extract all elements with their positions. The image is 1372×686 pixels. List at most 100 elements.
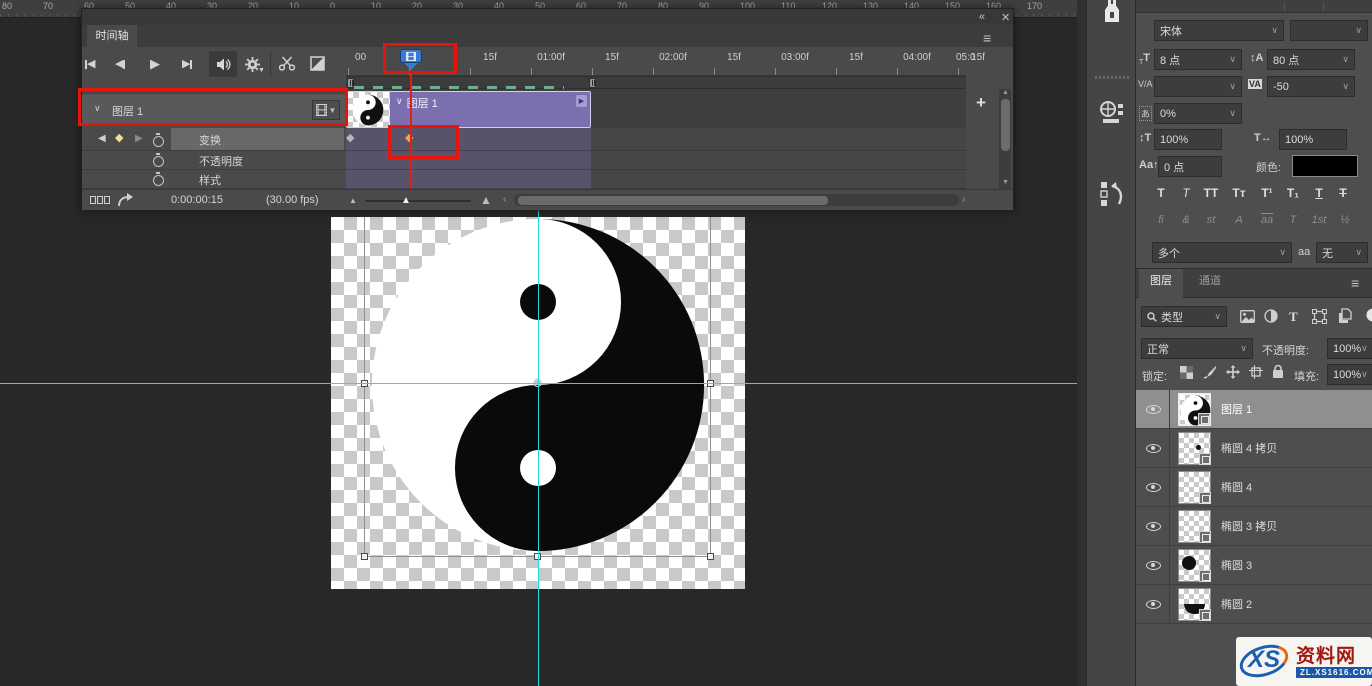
convert-to-frame-animation-icon[interactable]	[90, 196, 110, 204]
blend-mode-select[interactable]: 正常∨	[1141, 338, 1253, 359]
layer-row-5[interactable]: 椭圆 2	[1136, 585, 1372, 624]
vertical-scrollbar[interactable]: ▲ ▼	[999, 89, 1011, 189]
ordinals-button[interactable]: 1st	[1308, 214, 1330, 226]
timeline-clip-layer-1[interactable]: ∨ 图层 1 ▶	[346, 91, 591, 128]
layer-name[interactable]: 椭圆 4 拷贝	[1221, 440, 1277, 456]
anti-alias-select[interactable]: 无∨	[1316, 242, 1368, 263]
panel-menu-icon[interactable]: ≡	[983, 30, 991, 46]
layer-row-1[interactable]: 椭圆 4 拷贝	[1136, 429, 1372, 468]
add-media-button[interactable]: +	[976, 93, 986, 113]
keyframe-toggle-icon[interactable]: ◆	[115, 133, 123, 144]
next-keyframe-icon[interactable]: ▶	[135, 133, 143, 144]
next-frame-button[interactable]: ▶	[182, 57, 192, 71]
horizontal-scrollbar[interactable]	[514, 194, 959, 206]
split-clip-button[interactable]	[279, 56, 296, 71]
transform-handle-bottom-left[interactable]	[361, 553, 368, 560]
play-button[interactable]: ▶	[150, 57, 160, 71]
clip-options-button[interactable]: ▶	[576, 95, 587, 107]
horizontal-scale-field[interactable]: 100%	[1279, 129, 1347, 150]
ligatures-button[interactable]: fi	[1150, 214, 1172, 226]
zoom-in-icon[interactable]: ▲	[480, 193, 492, 207]
scroll-up-icon[interactable]: ▲	[1002, 89, 1009, 96]
dock-grip[interactable]	[1095, 76, 1129, 79]
property-row-style[interactable]: 样式	[82, 170, 346, 189]
opacity-keyframe-track[interactable]	[346, 151, 591, 170]
lock-position-icon[interactable]	[1226, 365, 1240, 379]
scrollbar-thumb[interactable]	[1001, 99, 1010, 151]
underline-button[interactable]: T	[1308, 186, 1330, 200]
tsume-field[interactable]: 0%∨	[1154, 103, 1242, 124]
panel-close-icon[interactable]: ✕	[1001, 11, 1010, 24]
layer-name[interactable]: 椭圆 4	[1221, 479, 1252, 495]
stopwatch-icon[interactable]	[153, 175, 164, 186]
style-keyframe-track[interactable]	[346, 170, 591, 189]
titling-alternates-button[interactable]: T	[1282, 214, 1304, 226]
visibility-eye-icon[interactable]	[1146, 405, 1161, 414]
stylistic-alternates-button[interactable]: aa	[1256, 214, 1278, 226]
small-caps-button[interactable]: Tᴛ	[1228, 186, 1250, 200]
all-caps-button[interactable]: TT	[1200, 186, 1222, 200]
chevron-down-icon[interactable]: ∨	[396, 96, 403, 127]
collapsed-3d-panel-icon[interactable]	[1099, 100, 1125, 126]
tab-layers[interactable]: 图层	[1139, 269, 1183, 298]
visibility-eye-icon[interactable]	[1146, 444, 1161, 453]
layer-name[interactable]: 图层 1	[1221, 401, 1252, 417]
zoom-slider-thumb[interactable]: ▲	[401, 195, 411, 206]
font-style-select[interactable]: ∨	[1290, 20, 1368, 41]
tab-channels[interactable]: 通道	[1188, 269, 1232, 295]
layer-row-2[interactable]: 椭圆 4	[1136, 468, 1372, 507]
baseline-shift-field[interactable]: 0 点	[1158, 156, 1222, 177]
vertical-guide[interactable]	[538, 211, 539, 686]
subscript-button[interactable]: T₁	[1282, 186, 1304, 200]
faux-italic-button[interactable]: T	[1175, 186, 1197, 200]
property-label[interactable]: 样式	[199, 172, 221, 188]
keyframe-diamond-start[interactable]: ◆	[346, 133, 354, 144]
discretionary-ligatures-button[interactable]: st	[1200, 214, 1222, 226]
collapsed-history-panel-icon[interactable]	[1099, 180, 1125, 208]
tracking-field[interactable]: -50∨	[1267, 76, 1355, 97]
transform-keyframe-track[interactable]	[346, 128, 591, 151]
text-color-swatch[interactable]	[1292, 155, 1358, 177]
property-row-opacity[interactable]: 不透明度	[82, 151, 346, 170]
layer-row-3[interactable]: 椭圆 3 拷贝	[1136, 507, 1372, 546]
superscript-button[interactable]: T¹	[1256, 186, 1278, 200]
visibility-eye-icon[interactable]	[1146, 483, 1161, 492]
layer-name[interactable]: 椭圆 3 拷贝	[1221, 518, 1277, 534]
render-video-icon[interactable]	[118, 193, 134, 207]
visibility-eye-icon[interactable]	[1146, 600, 1161, 609]
tab-timeline[interactable]: 时间轴	[87, 25, 137, 48]
timeline-zoom-slider[interactable]: ▲	[365, 200, 471, 202]
layer-name[interactable]: 椭圆 2	[1221, 596, 1252, 612]
first-frame-button[interactable]: ◀	[85, 57, 95, 71]
lock-all-icon[interactable]	[1272, 364, 1284, 379]
swash-button[interactable]: A	[1228, 214, 1250, 226]
layer-thumbnail[interactable]	[1178, 510, 1211, 543]
layer-thumbnail[interactable]	[1178, 471, 1211, 504]
filter-smart-objects-icon[interactable]	[1338, 308, 1352, 324]
filter-pixel-layers-icon[interactable]	[1240, 310, 1255, 323]
filter-extra-icon[interactable]	[1364, 308, 1372, 323]
previous-keyframe-icon[interactable]: ◀	[98, 133, 106, 144]
leading-field[interactable]: 80 点∨	[1267, 49, 1355, 70]
fill-field[interactable]: 100%∨	[1327, 364, 1372, 385]
panel-collapse-icon[interactable]: «	[979, 11, 985, 23]
filter-shape-layers-icon[interactable]	[1312, 309, 1327, 324]
layer-thumbnail[interactable]	[1178, 588, 1211, 621]
lock-pixels-brush-icon[interactable]	[1203, 365, 1217, 379]
visibility-eye-icon[interactable]	[1146, 522, 1161, 531]
property-label[interactable]: 变换	[199, 132, 221, 148]
previous-frame-button[interactable]: ◀	[115, 57, 125, 71]
font-size-field[interactable]: 8 点∨	[1154, 49, 1242, 70]
fractions-button[interactable]: ½	[1334, 214, 1356, 226]
layer-name[interactable]: 椭圆 3	[1221, 557, 1252, 573]
vertical-scale-field[interactable]: 100%	[1154, 129, 1222, 150]
layer-thumbnail[interactable]	[1178, 549, 1211, 582]
scroll-right-icon[interactable]: ›	[962, 194, 965, 205]
scroll-left-icon[interactable]: ‹	[503, 194, 506, 205]
stopwatch-icon[interactable]	[153, 136, 164, 147]
contextual-alternates-button[interactable]: &	[1175, 214, 1197, 226]
property-label[interactable]: 不透明度	[199, 153, 243, 169]
work-area-bar[interactable]	[346, 76, 966, 89]
stopwatch-icon[interactable]	[153, 156, 164, 167]
font-family-select[interactable]: 宋体∨	[1154, 20, 1284, 41]
